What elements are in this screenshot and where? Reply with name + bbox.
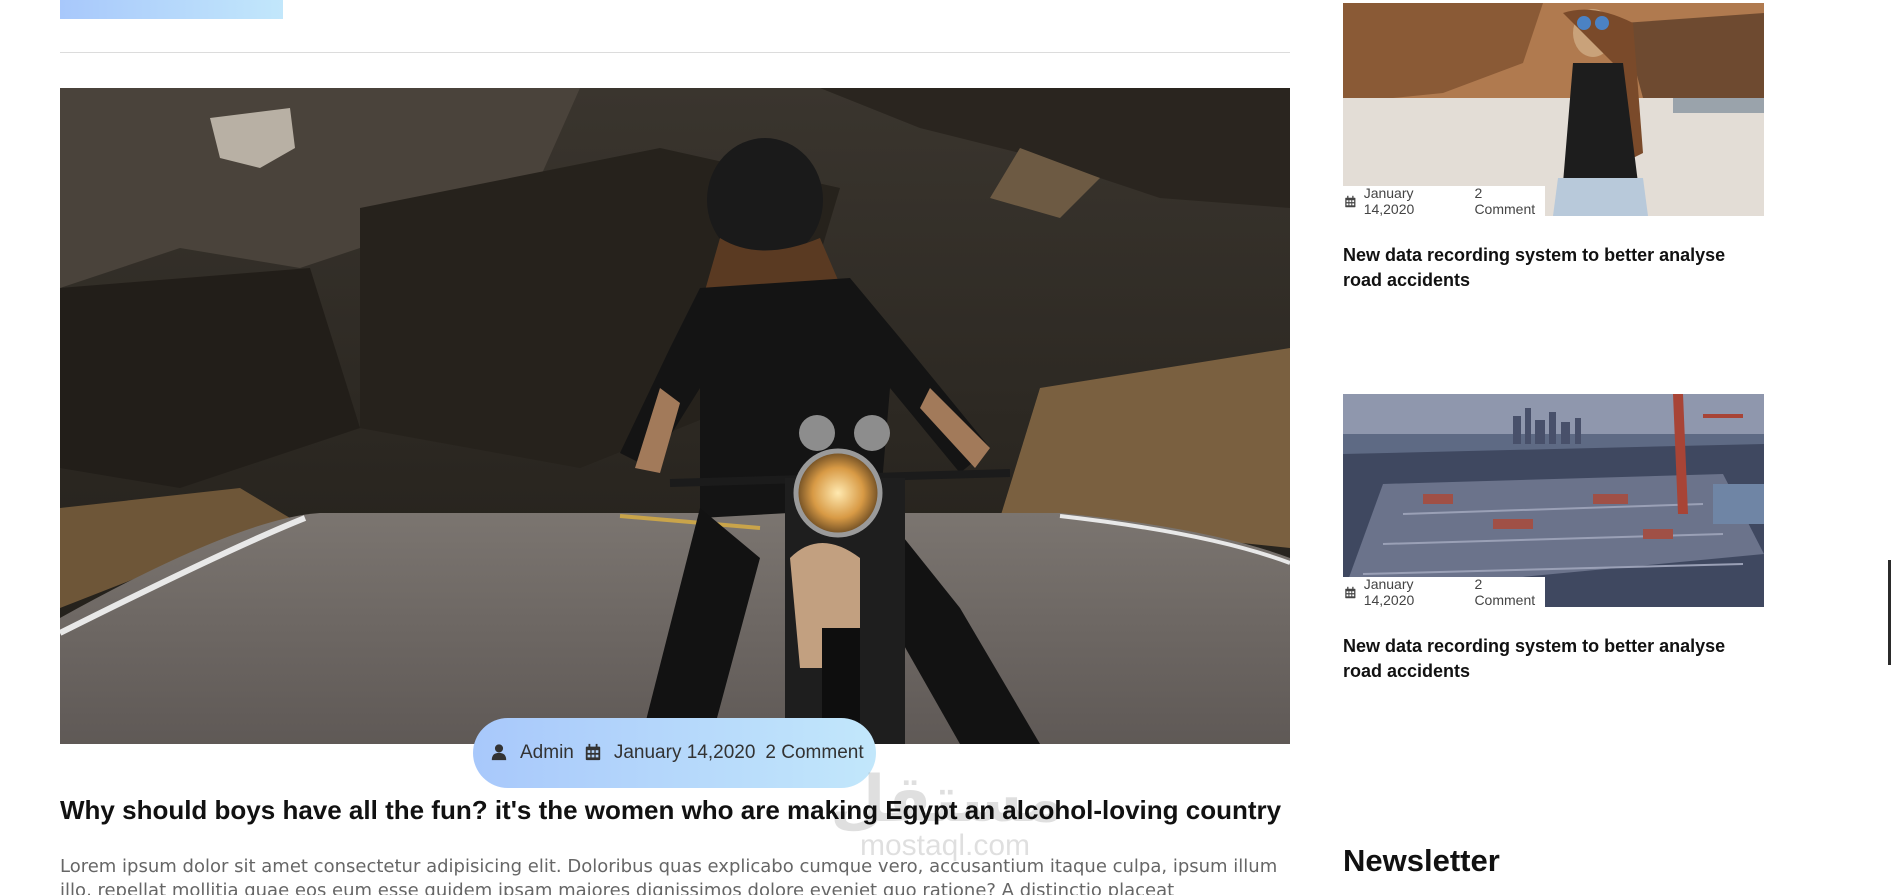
post-title[interactable]: Why should boys have all the fun? it's t… bbox=[60, 795, 1300, 826]
post-divider bbox=[60, 52, 1290, 53]
sidebar-post-comments[interactable]: 2 Comment bbox=[1474, 185, 1545, 216]
calendar-icon bbox=[1344, 586, 1357, 599]
post-hero-image[interactable] bbox=[60, 88, 1290, 744]
post-excerpt: Lorem ipsum dolor sit amet consectetur a… bbox=[60, 856, 1278, 895]
scrollbar-thumb[interactable] bbox=[1888, 560, 1891, 665]
post-meta-pill: Admin January 14,2020 2 Comment bbox=[473, 718, 876, 788]
post-date: January 14,2020 bbox=[584, 742, 756, 764]
calendar-icon bbox=[584, 743, 604, 763]
sidebar-post-title[interactable]: New data recording system to better anal… bbox=[1343, 243, 1743, 293]
sidebar-post-title[interactable]: New data recording system to better anal… bbox=[1343, 634, 1743, 684]
post-comments[interactable]: 2 Comment bbox=[765, 742, 863, 764]
newsletter-heading: Newsletter bbox=[1343, 843, 1500, 878]
sidebar-post-meta: January 14,2020 2 Comment bbox=[1343, 576, 1545, 607]
post-comments-label: 2 Comment bbox=[765, 742, 864, 763]
sidebar-post-date: January 14,2020 bbox=[1363, 185, 1415, 216]
sidebar-post-card[interactable]: January 14,2020 2 Comment New data recor… bbox=[1343, 3, 1764, 293]
user-icon bbox=[490, 743, 510, 763]
sidebar-post-comments[interactable]: 2 Comment bbox=[1474, 576, 1545, 607]
sidebar-post-card[interactable]: January 14,2020 2 Comment New data recor… bbox=[1343, 394, 1764, 684]
sidebar-post-image[interactable]: January 14,2020 2 Comment bbox=[1343, 3, 1764, 216]
page-scrollbar[interactable] bbox=[1884, 0, 1892, 895]
sidebar-post-date: January 14,2020 bbox=[1363, 576, 1415, 607]
post-date-label: January 14,2020 bbox=[613, 742, 756, 763]
sidebar-post-meta: January 14,2020 2 Comment bbox=[1343, 185, 1545, 216]
previous-post-meta-pill bbox=[60, 0, 283, 19]
post-author-label: Admin bbox=[520, 742, 574, 763]
calendar-icon bbox=[1344, 195, 1357, 208]
sidebar-post-image[interactable]: January 14,2020 2 Comment bbox=[1343, 394, 1764, 607]
post-author[interactable]: Admin bbox=[490, 742, 574, 764]
page: Admin January 14,2020 2 Comment Why shou… bbox=[0, 0, 1892, 895]
